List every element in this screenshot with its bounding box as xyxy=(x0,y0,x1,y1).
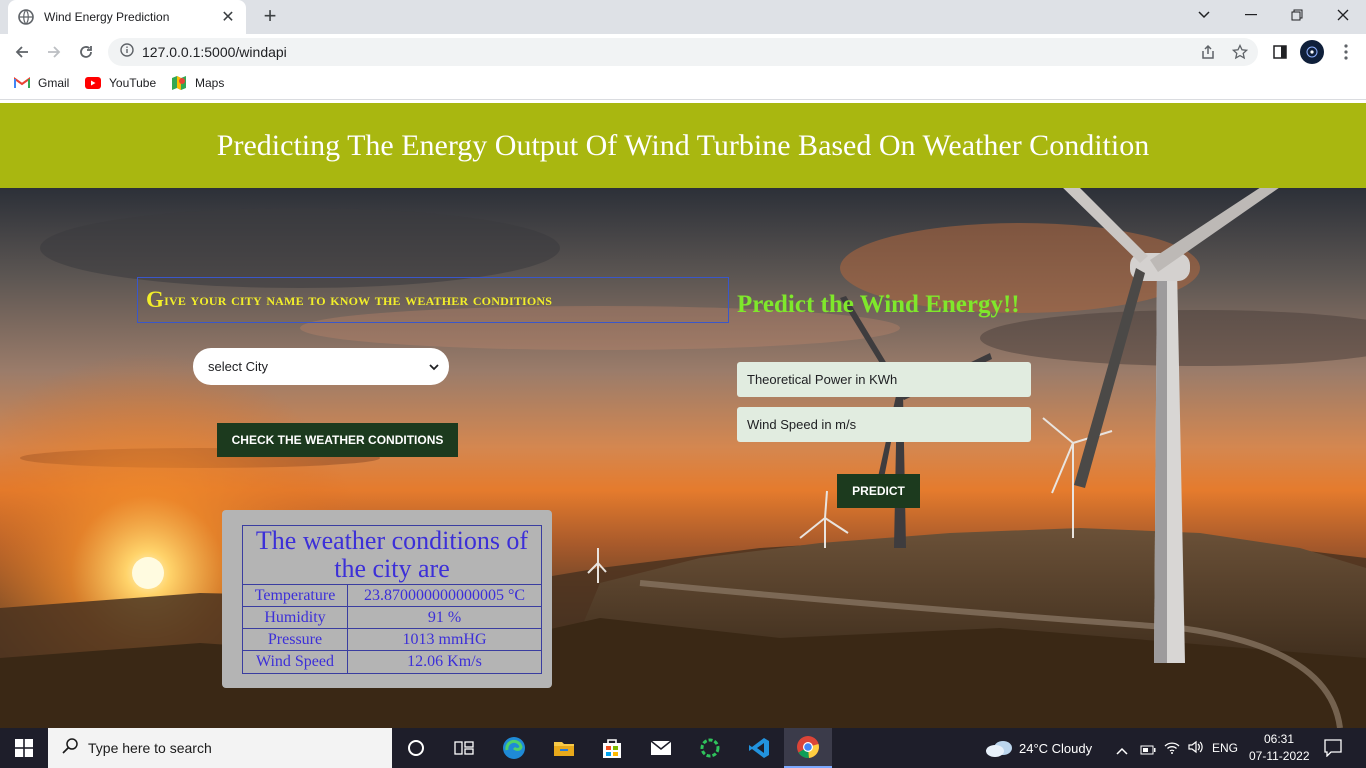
page-title: Predicting The Energy Output Of Wind Tur… xyxy=(216,128,1150,162)
bookmarks-bar: Gmail YouTube Maps xyxy=(0,70,1366,100)
address-bar[interactable]: 127.0.0.1:5000/windapi xyxy=(108,38,1258,66)
table-row: Pressure 1013 mmHG xyxy=(243,629,541,651)
bookmark-label: Gmail xyxy=(38,76,70,90)
tab-search-icon[interactable] xyxy=(1181,0,1227,30)
battery-icon[interactable] xyxy=(1140,742,1156,760)
weather-value: 91 % xyxy=(427,609,462,626)
chevron-down-icon xyxy=(429,359,439,374)
cortana-icon[interactable] xyxy=(392,728,440,768)
web-page: Predicting The Energy Output Of Wind Tur… xyxy=(0,103,1366,728)
table-row: Wind Speed 12.06 Km/s xyxy=(243,651,541,673)
tab-strip: Wind Energy Prediction ✕ + xyxy=(0,0,1366,34)
tab-close-icon[interactable]: ✕ xyxy=(220,7,236,27)
share-icon[interactable] xyxy=(1198,42,1218,62)
close-window-icon[interactable] xyxy=(1320,0,1366,30)
profile-avatar[interactable] xyxy=(1300,40,1324,64)
table-row: Temperature 23.870000000000005 °C xyxy=(243,585,541,607)
clock-time[interactable]: 06:31 xyxy=(1264,732,1294,746)
reload-icon[interactable] xyxy=(74,40,98,64)
bookmark-youtube[interactable]: YouTube xyxy=(85,76,156,90)
bookmark-label: YouTube xyxy=(109,76,157,90)
tab-title: Wind Energy Prediction xyxy=(44,10,170,24)
weather-value: 12.06 Km/s xyxy=(407,653,482,670)
heading-initial: G xyxy=(146,287,165,312)
site-info-icon[interactable] xyxy=(120,42,134,62)
restore-icon[interactable] xyxy=(1274,0,1320,30)
bookmark-gmail[interactable]: Gmail xyxy=(14,76,69,90)
taskbar: Type here to search 24°C Cloudy ENG 06:3… xyxy=(0,728,1366,768)
language-indicator[interactable]: ENG xyxy=(1212,741,1238,755)
browser-tab[interactable]: Wind Energy Prediction ✕ xyxy=(8,0,246,34)
predict-heading: Predict the Wind Energy!! xyxy=(737,291,1020,318)
chevron-up-icon[interactable] xyxy=(1116,742,1128,760)
weather-table-title: The weather conditions of the city are xyxy=(243,526,541,585)
url-text: 127.0.0.1:5000/windapi xyxy=(142,44,287,60)
cloudy-weather-icon[interactable] xyxy=(985,738,1013,763)
volume-icon[interactable] xyxy=(1187,739,1203,760)
bookmark-label: Maps xyxy=(195,76,225,90)
store-icon[interactable] xyxy=(588,728,636,768)
new-tab-button[interactable]: + xyxy=(258,4,282,28)
browser-toolbar: 127.0.0.1:5000/windapi xyxy=(0,34,1366,70)
search-placeholder: Type here to search xyxy=(88,740,212,756)
notification-icon[interactable] xyxy=(1324,739,1342,762)
background-scene xyxy=(0,188,1366,728)
weather-label: Temperature xyxy=(243,585,348,606)
weather-value: 23.870000000000005 °C xyxy=(363,587,526,604)
heading-rest: ive your city name to know the weather c… xyxy=(164,290,553,309)
mail-icon[interactable] xyxy=(637,728,685,768)
back-icon[interactable] xyxy=(10,40,34,64)
wind-farm-illustration xyxy=(0,188,1366,728)
youtube-icon xyxy=(85,76,101,90)
app-circle-icon[interactable] xyxy=(686,728,734,768)
taskbar-search[interactable]: Type here to search xyxy=(48,728,392,768)
bookmark-maps[interactable]: Maps xyxy=(171,76,224,90)
file-explorer-icon[interactable] xyxy=(540,728,588,768)
minimize-icon[interactable] xyxy=(1228,0,1274,30)
page-banner: Predicting The Energy Output Of Wind Tur… xyxy=(0,103,1366,188)
vscode-icon[interactable] xyxy=(735,728,783,768)
weather-label: Wind Speed xyxy=(243,651,348,673)
gmail-icon xyxy=(14,76,30,90)
menu-icon[interactable] xyxy=(1336,42,1356,62)
edge-icon[interactable] xyxy=(490,728,538,768)
forward-icon[interactable] xyxy=(42,40,66,64)
globe-icon xyxy=(18,9,34,25)
theoretical-power-input[interactable]: Theoretical Power in KWh xyxy=(737,362,1031,397)
city-weather-heading: Give your city name to know the weather … xyxy=(137,277,729,323)
city-select[interactable]: select City xyxy=(193,348,449,385)
wifi-icon[interactable] xyxy=(1164,739,1180,760)
windows-start-icon[interactable] xyxy=(0,728,48,768)
bookmark-star-icon[interactable] xyxy=(1230,42,1250,62)
chrome-icon[interactable] xyxy=(784,728,832,768)
table-row: Humidity 91 % xyxy=(243,607,541,629)
search-icon xyxy=(62,737,78,759)
predict-button[interactable]: PREDICT xyxy=(837,474,920,508)
weather-value: 1013 mmHG xyxy=(402,631,487,648)
weather-status[interactable]: 24°C Cloudy xyxy=(1019,741,1092,756)
wind-speed-input[interactable]: Wind Speed in m/s xyxy=(737,407,1031,442)
weather-label: Humidity xyxy=(243,607,348,628)
weather-table: The weather conditions of the city are T… xyxy=(242,525,542,674)
weather-card: The weather conditions of the city are T… xyxy=(222,510,552,688)
maps-icon xyxy=(171,76,187,90)
check-weather-button[interactable]: CHECK THE WEATHER CONDITIONS xyxy=(217,423,458,457)
side-panel-icon[interactable] xyxy=(1270,42,1290,62)
weather-label: Pressure xyxy=(243,629,348,650)
city-select-value: select City xyxy=(208,359,268,374)
task-view-icon[interactable] xyxy=(440,728,488,768)
clock-date[interactable]: 07-11-2022 xyxy=(1249,749,1310,763)
